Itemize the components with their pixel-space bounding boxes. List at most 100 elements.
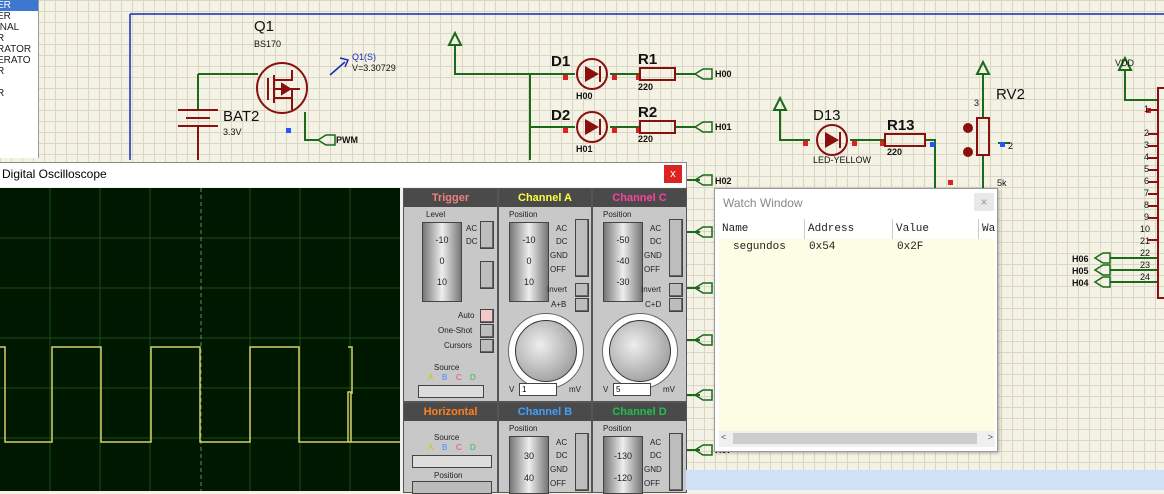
scroll-left-icon[interactable]: <	[721, 432, 726, 442]
close-button[interactable]: x	[664, 165, 682, 183]
channel-a-math-button[interactable]	[575, 298, 589, 312]
invert-label: Invert	[547, 285, 568, 294]
scroll-right-icon[interactable]: >	[988, 432, 993, 442]
column-header-value[interactable]: Value	[893, 219, 979, 239]
component-list-item[interactable]: RATOR	[0, 44, 38, 55]
component-list-item[interactable]	[0, 77, 38, 88]
net-h02: H02	[715, 176, 732, 186]
coupling-off: OFF	[550, 265, 566, 274]
coupling-ac: AC	[650, 224, 662, 233]
horizontal-scrollbar[interactable]: < >	[719, 431, 995, 447]
scope-trace	[0, 188, 400, 491]
channel-a-invert-button[interactable]	[575, 283, 589, 297]
component-list-item[interactable]: ER	[0, 11, 38, 22]
column-header-watch[interactable]: Wa	[979, 219, 995, 239]
drum-value: 30	[523, 451, 534, 461]
r2-value: 220	[638, 134, 654, 144]
channel-a-volts-value[interactable]: 1	[519, 383, 557, 396]
channel-c-position-drum[interactable]: -50 -40 -30	[603, 222, 643, 302]
close-icon[interactable]: ×	[974, 193, 994, 211]
unit-mv: mV	[663, 385, 675, 394]
watch-row-name[interactable]: segundos	[733, 241, 786, 253]
drum-value: 40	[523, 473, 534, 483]
oscilloscope-window[interactable]: Digital Oscilloscope x Trigger Level -10	[0, 162, 687, 494]
component-list-item[interactable]: INAL	[0, 22, 38, 33]
channel-c-invert-button[interactable]	[669, 283, 683, 297]
coupling-gnd: GND	[550, 465, 568, 474]
source-slider[interactable]	[418, 385, 484, 398]
pin-label: 23	[1140, 260, 1151, 270]
watch-window-title: Watch Window	[723, 196, 803, 210]
oneshot-button[interactable]	[480, 324, 494, 338]
component-list-item[interactable]: R	[0, 33, 38, 44]
component-list[interactable]: ER ER INAL R RATOR ERATO R R	[0, 0, 39, 158]
r1-ref: R1	[638, 51, 658, 68]
component-list-item[interactable]: R	[0, 88, 38, 99]
channel-c-title: Channel C	[593, 189, 686, 207]
channel-c-volts-knob[interactable]	[609, 320, 671, 382]
cursors-button[interactable]	[480, 339, 494, 353]
auto-button[interactable]	[480, 309, 494, 323]
watch-window[interactable]: Watch Window × Name Address Value Wa seg…	[714, 188, 998, 452]
channel-a-volts-knob[interactable]	[515, 320, 577, 382]
horizontal-source-slider[interactable]	[412, 455, 492, 468]
channel-b-position-drum[interactable]: 30 40	[509, 436, 549, 494]
channel-c-coupling-switch[interactable]	[669, 219, 683, 277]
r13-value: 220	[887, 147, 903, 157]
auto-label: Auto	[458, 311, 475, 320]
channel-d-coupling-switch[interactable]	[669, 433, 683, 491]
drum-value: 10	[436, 277, 447, 287]
channel-c-section: Channel C Position -50 -40 -30 AC DC GND…	[592, 188, 687, 402]
d2-ref: D2	[551, 107, 571, 124]
column-header-address[interactable]: Address	[805, 219, 893, 239]
trigger-dc-label: DC	[466, 237, 478, 246]
component-list-item[interactable]: ER	[0, 0, 38, 11]
trigger-level-drum[interactable]: -10 0 10	[422, 222, 462, 302]
net-h05: H05	[1072, 266, 1089, 276]
position-label: Position	[509, 210, 538, 219]
pin-label: 5	[1144, 164, 1150, 174]
column-header-name[interactable]: Name	[719, 219, 805, 239]
trigger-coupling-switch[interactable]	[480, 221, 494, 249]
channel-d-position-drum[interactable]: -130 -120	[603, 436, 643, 494]
watch-row-address[interactable]: 0x54	[809, 241, 835, 253]
channel-c-math-button[interactable]	[669, 298, 683, 312]
channel-c-volts-value[interactable]: 5	[613, 383, 651, 396]
oscilloscope-title: Digital Oscilloscope	[2, 167, 107, 181]
watch-window-titlebar[interactable]: Watch Window ×	[715, 189, 997, 217]
watch-row-value[interactable]: 0x2F	[897, 241, 923, 253]
oscilloscope-titlebar[interactable]: Digital Oscilloscope x	[0, 163, 686, 187]
source-a: A	[428, 373, 434, 382]
taskbar-strip	[686, 470, 1164, 490]
channel-a-coupling-switch[interactable]	[575, 219, 589, 277]
coupling-gnd: GND	[644, 251, 662, 260]
pin-label: 10	[1140, 224, 1151, 234]
source-c: C	[456, 373, 462, 382]
scrollbar-thumb[interactable]	[733, 433, 977, 444]
coupling-dc: DC	[650, 237, 662, 246]
r1-value: 220	[638, 82, 654, 92]
component-list-item[interactable]: ERATO	[0, 55, 38, 66]
probe-label: Q1(S)	[352, 52, 377, 62]
watch-table[interactable]: Name Address Value Wa segundos 0x54 0x2F	[719, 219, 995, 431]
unit-v: V	[603, 385, 609, 394]
component-list-item[interactable]: R	[0, 66, 38, 77]
net-h06: H06	[1072, 254, 1089, 264]
coupling-off: OFF	[644, 479, 660, 488]
pin-label: 2	[1144, 128, 1150, 138]
pin-label: 7	[1144, 188, 1150, 198]
source-a: A	[428, 443, 434, 452]
channel-b-coupling-switch[interactable]	[575, 433, 589, 491]
bat2-value: 3.3V	[223, 127, 242, 137]
invert-label: Invert	[641, 285, 662, 294]
trigger-title: Trigger	[404, 189, 497, 207]
trigger-edge-switch[interactable]	[480, 261, 494, 289]
pin-label: 22	[1140, 248, 1151, 258]
channel-a-position-drum[interactable]: -10 0 10	[509, 222, 549, 302]
source-label: Source	[434, 433, 460, 442]
drum-value: 10	[523, 277, 534, 287]
pin-label: 1	[1144, 104, 1150, 114]
horizontal-position-slider[interactable]	[412, 481, 492, 494]
r2-ref: R2	[638, 104, 658, 121]
coupling-off: OFF	[550, 479, 566, 488]
